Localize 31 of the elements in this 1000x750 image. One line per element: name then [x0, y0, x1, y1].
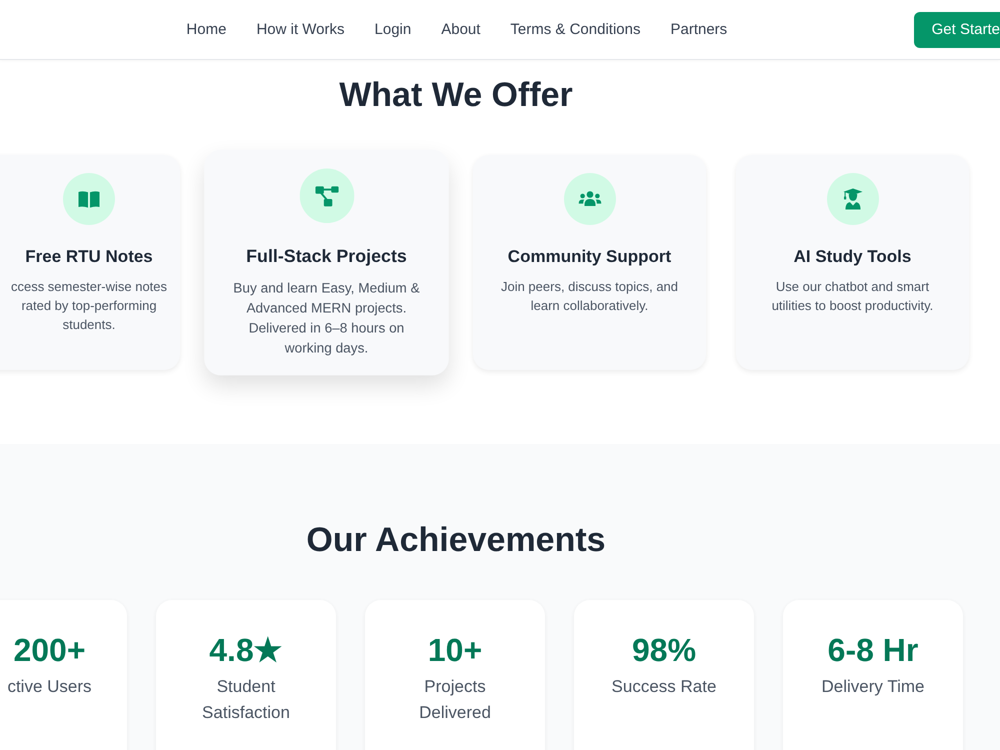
stat-value: 6-8 Hr [826, 631, 920, 670]
graduate-icon [826, 173, 878, 225]
card-description: Use our chatbot and smart utilities to boost productivity. [770, 278, 934, 315]
card-title: AI Study Tools [794, 246, 912, 268]
stat-value: 10+ [426, 631, 484, 670]
stat-label: Projects Delivered [418, 676, 492, 724]
diagram-icon [299, 168, 354, 224]
stat-value: 98% [630, 631, 698, 670]
stat-label: Success Rate [610, 676, 718, 698]
nav-link[interactable]: Partners [670, 21, 728, 38]
stat-label: Delivery Time [820, 676, 926, 698]
get-started-button[interactable]: Get Starte [914, 12, 1000, 48]
card-title: Community Support [508, 246, 672, 268]
stat-label: Student Satisfaction [201, 676, 291, 724]
stat-label: ctive Users [6, 676, 93, 698]
nav-link[interactable]: Home [186, 21, 226, 38]
nav-link[interactable]: How it Works [256, 21, 345, 38]
stat-value: 200+ [12, 631, 87, 670]
users-icon [564, 173, 616, 225]
card-description: Buy and learn Easy, Medium & Advanced MERN projects. Delivered in 6–8 hours on working days. [232, 278, 421, 358]
open-book-icon [63, 173, 115, 225]
nav-link[interactable]: Terms & Conditions [510, 21, 640, 38]
card-title: Free RTU Notes [25, 246, 153, 268]
card-title: Full-Stack Projects [246, 245, 407, 268]
section-heading: What We Offer [338, 75, 574, 116]
card-description: Join peers, discuss topics, and learn collaboratively. [500, 278, 680, 315]
nav-link[interactable]: About [441, 21, 480, 38]
stat-value: 4.8★ [208, 631, 284, 670]
card-description: ccess semester-wise notes rated by top-performing students. [10, 278, 168, 334]
section-heading: Our Achievements [305, 520, 607, 561]
nav-link[interactable]: Login [374, 21, 412, 38]
